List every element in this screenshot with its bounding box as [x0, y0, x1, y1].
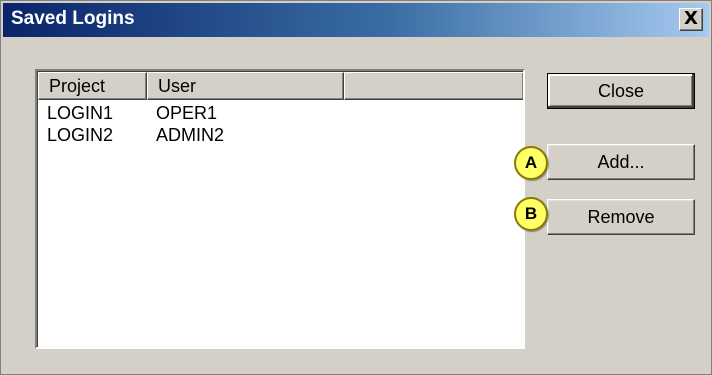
- remove-button[interactable]: Remove: [547, 199, 695, 235]
- saved-logins-list[interactable]: Project User LOGIN1 OPER1 LOGIN2 ADMIN2: [35, 69, 525, 349]
- title-bar[interactable]: Saved Logins X: [3, 3, 709, 37]
- close-button[interactable]: Close: [547, 73, 695, 109]
- close-icon: X: [684, 8, 698, 29]
- close-window-button[interactable]: X: [679, 8, 703, 31]
- cell-user: OPER1: [156, 103, 218, 123]
- column-header-project[interactable]: Project: [38, 72, 147, 100]
- list-header: Project User: [38, 72, 523, 100]
- callout-b-badge: B: [514, 197, 548, 231]
- cell-user: ADMIN2: [156, 125, 225, 145]
- saved-logins-dialog: Saved Logins X Project User LOGIN1 OPER1…: [0, 0, 712, 375]
- cell-project: LOGIN1: [47, 103, 114, 123]
- column-header-user[interactable]: User: [147, 72, 344, 100]
- callout-a-badge: A: [514, 146, 548, 180]
- column-header-empty[interactable]: [344, 72, 523, 100]
- cell-project: LOGIN2: [47, 125, 114, 145]
- add-button[interactable]: Add...: [547, 144, 695, 180]
- dialog-title: Saved Logins: [11, 8, 135, 29]
